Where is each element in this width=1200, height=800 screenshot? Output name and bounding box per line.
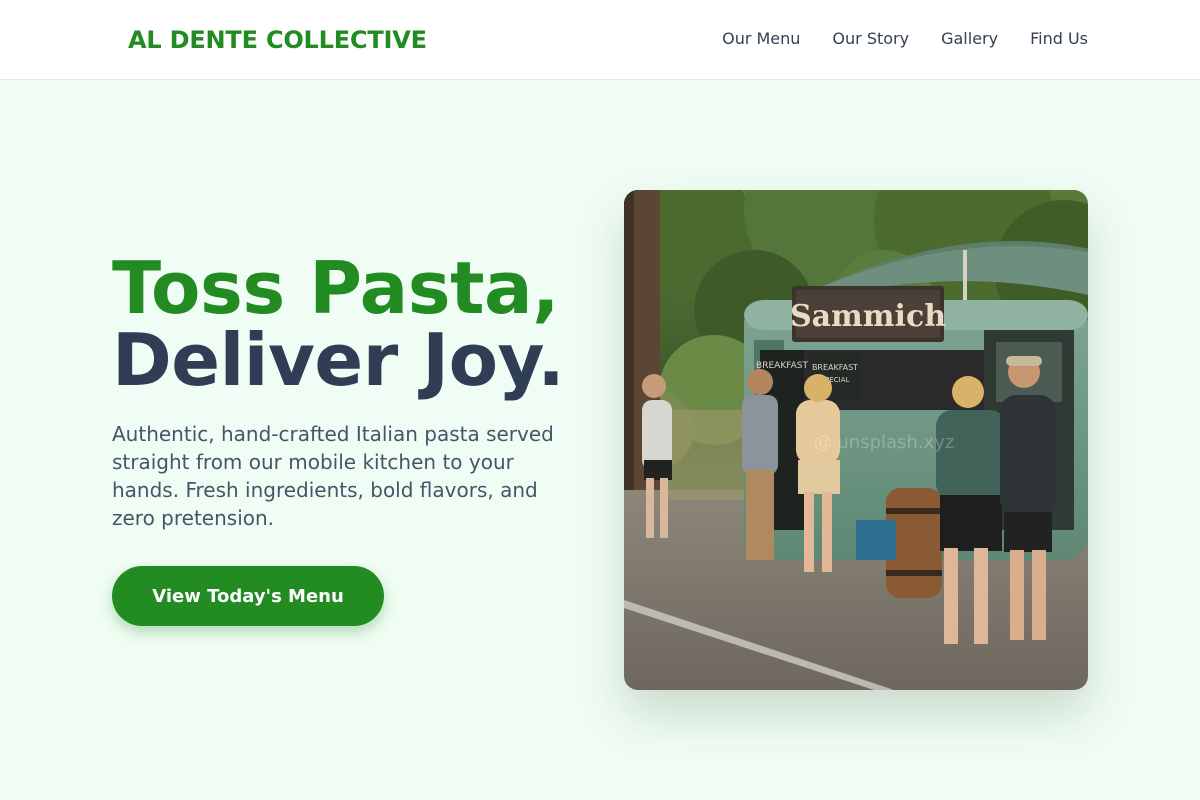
hero-title-line1: Toss Pasta, — [112, 246, 559, 330]
hero-title-line2: Deliver Joy. — [112, 318, 565, 402]
hero-section: Toss Pasta, Deliver Joy. Authentic, hand… — [112, 252, 592, 626]
nav-item-our-story[interactable]: Our Story — [832, 28, 909, 50]
truck-sign: Sammich — [790, 299, 946, 334]
nav-item-gallery[interactable]: Gallery — [941, 28, 998, 50]
hero-image: Sammich BREAKFAST BREAKFAST SPECIAL @ un… — [624, 190, 1088, 690]
nav-item-our-menu[interactable]: Our Menu — [722, 28, 800, 50]
board-right-text: BREAKFAST — [812, 363, 858, 372]
photo-watermark: @ unsplash.xyz — [814, 432, 955, 453]
site-header: AL DENTE COLLECTIVE Our Menu Our Story G… — [0, 0, 1200, 80]
hero-subtitle: Authentic, hand-crafted Italian pasta se… — [112, 422, 554, 530]
board-left-text: BREAKFAST — [756, 361, 808, 371]
hero-title: Toss Pasta, Deliver Joy. — [112, 252, 592, 396]
brand-logo[interactable]: AL DENTE COLLECTIVE — [128, 25, 427, 55]
main-nav: Our Menu Our Story Gallery Find Us — [722, 28, 1088, 50]
view-menu-button[interactable]: View Today's Menu — [112, 566, 384, 626]
nav-item-find-us[interactable]: Find Us — [1030, 28, 1088, 50]
food-truck-photo: Sammich BREAKFAST BREAKFAST SPECIAL @ un… — [624, 190, 1088, 690]
